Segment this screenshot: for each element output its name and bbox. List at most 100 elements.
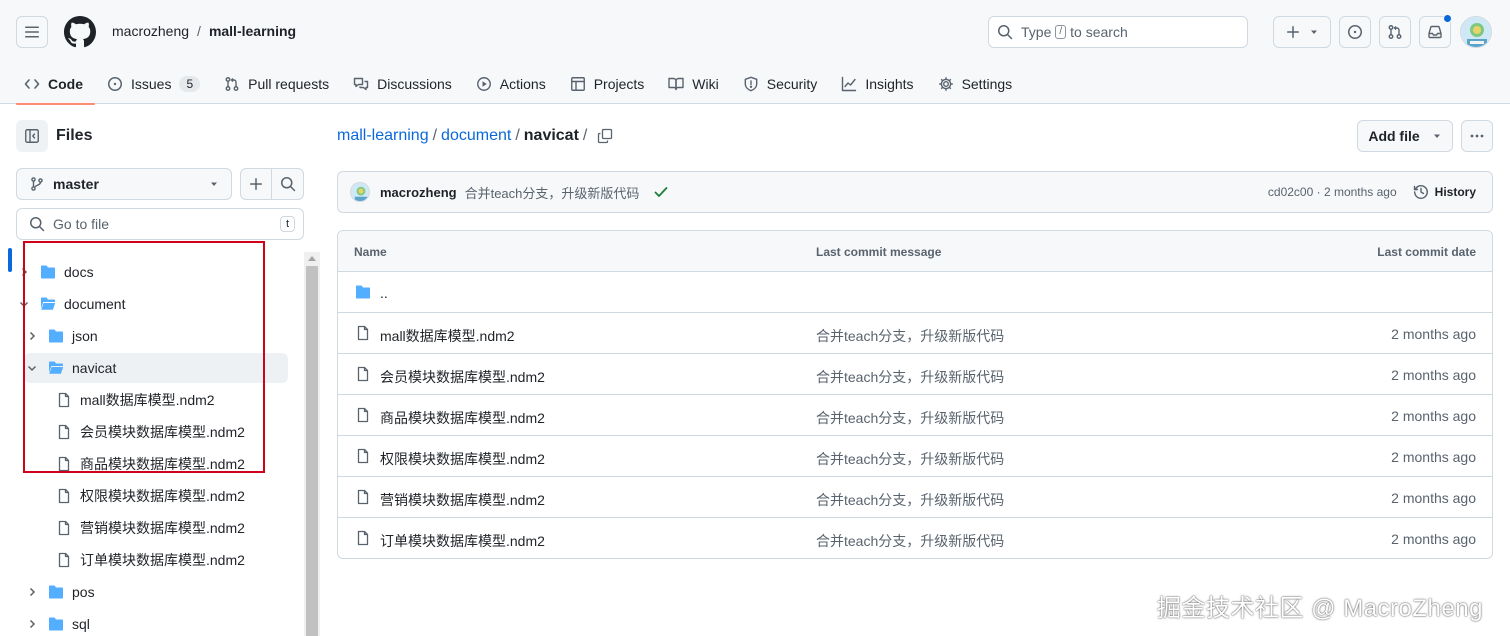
path-root-link[interactable]: mall-learning (337, 127, 429, 145)
search-icon (280, 177, 295, 192)
repo-name-link[interactable]: mall-learning (209, 23, 296, 39)
tab-actions[interactable]: Actions (464, 64, 558, 104)
tab-projects[interactable]: Projects (558, 64, 657, 104)
commit-message-link[interactable]: 合并teach分支，升级新版代码 (816, 531, 1004, 551)
three-bars-icon (25, 26, 39, 38)
tree-item-label: sql (72, 616, 90, 632)
breadcrumb-separator: / (197, 23, 201, 39)
tree-item-docs[interactable]: docs (16, 257, 288, 287)
tree-item-pos[interactable]: pos (24, 577, 288, 607)
hamburger-menu-button[interactable] (16, 16, 48, 48)
commit-author-link[interactable]: macrozheng (380, 185, 457, 200)
commit-message-link[interactable]: 合并teach分支，升级新版代码 (816, 326, 1004, 346)
folder-icon (40, 264, 56, 280)
go-to-file-input[interactable]: Go to file t (16, 208, 304, 240)
commit-author-avatar[interactable] (350, 182, 370, 202)
tree-item-sql[interactable]: sql (24, 609, 288, 636)
repo-owner-link[interactable]: macrozheng (112, 23, 189, 39)
file-icon (355, 407, 371, 423)
tree-item-file[interactable]: 营销模块数据库模型.ndm2 (56, 513, 288, 543)
branch-selector[interactable]: master (16, 168, 232, 200)
commit-message-link[interactable]: 合并teach分支，升级新版代码 (816, 449, 1004, 469)
tree-item-navicat[interactable]: navicat (24, 353, 288, 383)
copy-path-button[interactable] (597, 128, 613, 144)
app-header: macrozheng / mall-learning Type / to sea… (0, 0, 1510, 105)
commit-message-link[interactable]: 合并teach分支，升级新版代码 (816, 367, 1004, 387)
commit-date: 2 months ago (1391, 490, 1476, 506)
file-icon (355, 448, 371, 464)
more-options-button[interactable] (1461, 120, 1493, 152)
github-logo-icon[interactable] (64, 16, 96, 48)
tree-item-file[interactable]: 权限模块数据库模型.ndm2 (56, 481, 288, 511)
tab-label: Projects (593, 76, 645, 92)
chevron-right-icon (24, 586, 40, 598)
file-name-link[interactable]: 会员模块数据库模型.ndm2 (380, 367, 545, 387)
path-separator: / (432, 127, 438, 144)
add-file-button[interactable]: Add file (1357, 120, 1453, 152)
create-new-button[interactable] (1273, 16, 1331, 48)
tree-item-json[interactable]: json (24, 321, 288, 351)
watermark-text: 掘金技术社区 @ MacroZheng (1157, 595, 1483, 622)
file-icon (56, 456, 72, 472)
tree-item-file[interactable]: mall数据库模型.ndm2 (56, 385, 288, 415)
history-button[interactable]: History (1413, 184, 1476, 200)
file-icon (355, 489, 371, 505)
tab-insights[interactable]: Insights (829, 64, 925, 104)
issues-count-badge: 5 (179, 76, 201, 92)
tree-item-file[interactable]: 会员模块数据库模型.ndm2 (56, 417, 288, 447)
column-header-date: Last commit date (1377, 245, 1476, 259)
tree-item-document[interactable]: document (16, 289, 288, 319)
user-avatar[interactable] (1460, 16, 1492, 48)
file-name-link[interactable]: 商品模块数据库模型.ndm2 (380, 408, 545, 428)
tree-item-file[interactable]: 订单模块数据库模型.ndm2 (56, 545, 288, 575)
tree-item-file[interactable]: 商品模块数据库模型.ndm2 (56, 449, 288, 479)
tree-scrollbar[interactable] (304, 252, 320, 636)
commit-message-link[interactable]: 合并teach分支，升级新版代码 (465, 183, 640, 202)
commit-sha-and-time[interactable]: cd02c00 · 2 months ago (1268, 185, 1397, 199)
add-file-sidebar-button[interactable] (240, 168, 272, 200)
copy-icon (598, 128, 613, 144)
tab-label: Wiki (692, 76, 719, 92)
file-name-link[interactable]: mall数据库模型.ndm2 (380, 326, 515, 346)
tab-code[interactable]: Code (0, 64, 95, 105)
history-label: History (1434, 185, 1476, 199)
tab-security[interactable]: Security (731, 64, 830, 104)
path-parent-link[interactable]: document (441, 127, 511, 145)
column-header-message: Last commit message (816, 245, 942, 259)
scroll-up-arrow[interactable] (308, 256, 316, 261)
tab-wiki[interactable]: Wiki (656, 64, 730, 104)
check-icon[interactable] (653, 184, 669, 200)
commit-message-link[interactable]: 合并teach分支，升级新版代码 (816, 408, 1004, 428)
your-issues-button[interactable] (1339, 16, 1371, 48)
sidebar-expand-icon (25, 129, 39, 143)
unread-notification-dot (1443, 14, 1452, 23)
tab-discussions[interactable]: Discussions (341, 64, 464, 104)
kebab-horizontal-icon (1470, 134, 1484, 138)
file-name-link[interactable]: 订单模块数据库模型.ndm2 (380, 531, 545, 551)
triangle-down-icon (211, 182, 217, 186)
go-to-file-shortcut: t (279, 216, 295, 232)
tab-issues[interactable]: Issues 5 (95, 64, 212, 104)
file-path-breadcrumb: mall-learning / document / navicat / (337, 127, 613, 145)
tree-item-label: mall数据库模型.ndm2 (80, 392, 215, 408)
your-pull-requests-button[interactable] (1379, 16, 1411, 48)
file-name-link[interactable]: 营销模块数据库模型.ndm2 (380, 490, 545, 510)
tab-label: Insights (865, 76, 914, 92)
path-separator: / (582, 127, 588, 144)
commit-date: 2 months ago (1391, 531, 1476, 547)
global-search-input[interactable]: Type / to search (988, 16, 1248, 48)
scroll-thumb[interactable] (306, 266, 318, 636)
commit-message-link[interactable]: 合并teach分支，升级新版代码 (816, 490, 1004, 510)
parent-directory-row[interactable]: .. (338, 272, 1492, 313)
git-pull-request-icon (225, 77, 239, 91)
tab-pull-requests[interactable]: Pull requests (212, 64, 341, 104)
tab-settings[interactable]: Settings (926, 64, 1025, 104)
file-icon (56, 488, 72, 504)
search-hint: Type / to search (1021, 24, 1128, 40)
collapse-sidebar-button[interactable] (16, 120, 48, 152)
latest-commit-bar: macrozheng 合并teach分支，升级新版代码 cd02c00 · 2 … (337, 171, 1493, 213)
gear-icon (938, 77, 953, 91)
search-code-button[interactable] (271, 168, 304, 200)
parent-directory-link[interactable]: .. (380, 285, 388, 301)
file-name-link[interactable]: 权限模块数据库模型.ndm2 (380, 449, 545, 469)
